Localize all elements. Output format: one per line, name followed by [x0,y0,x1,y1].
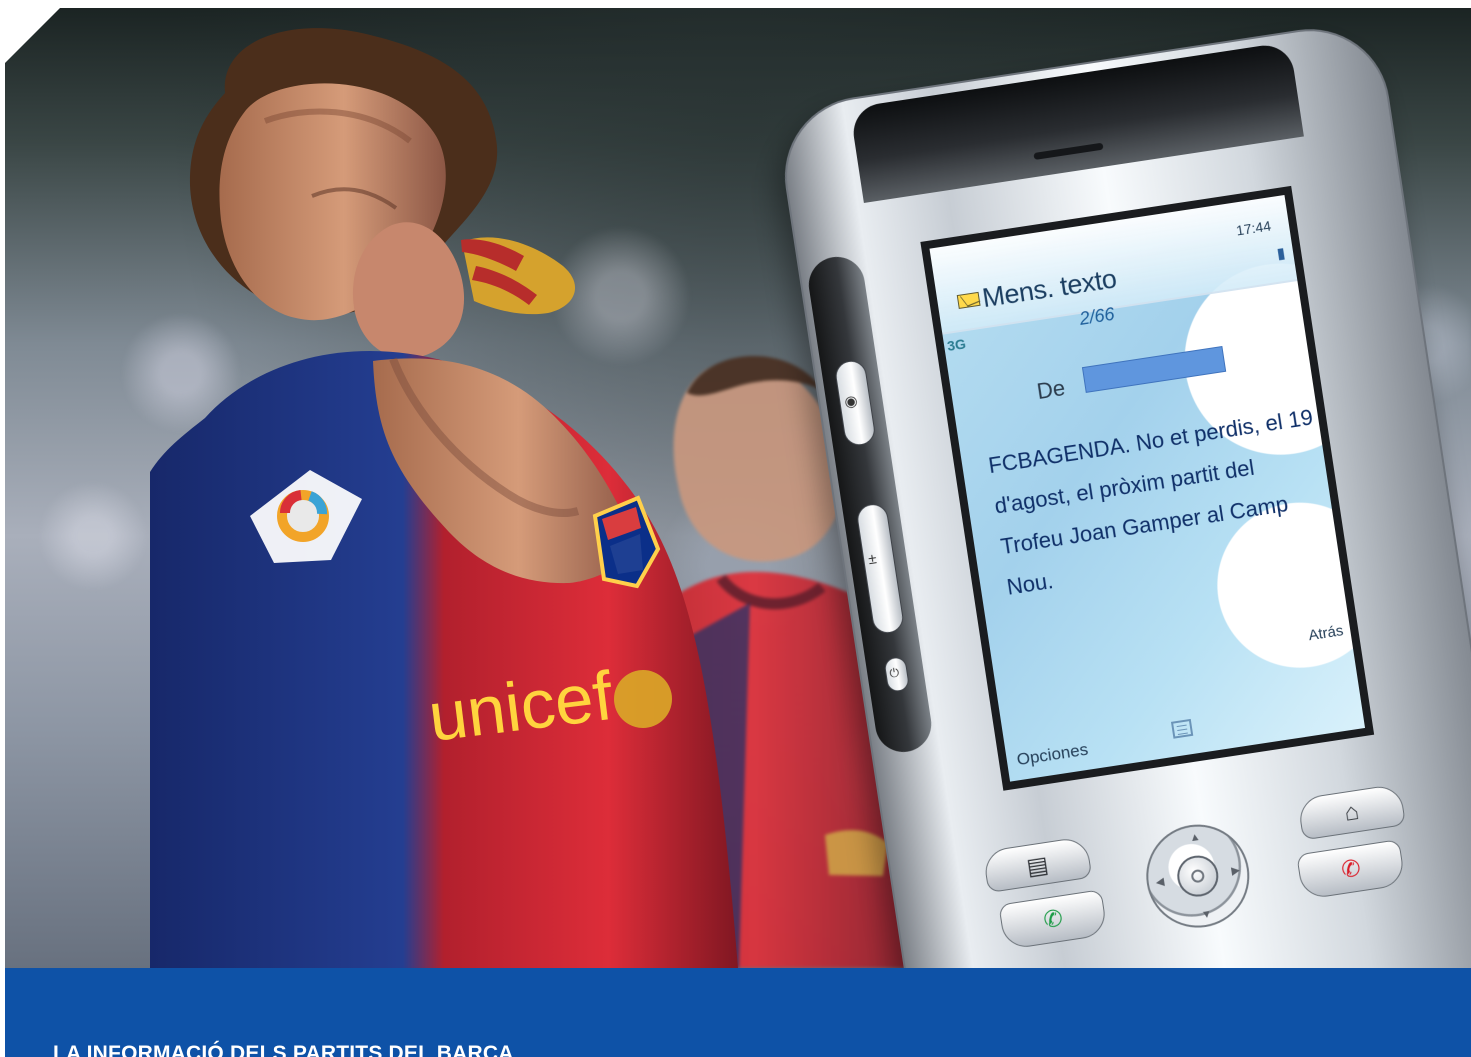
caption-text: LA INFORMACIÓ DELS PARTITS DEL BARÇA [53,1042,514,1057]
clock-time: 17:44 [1234,217,1273,239]
message-counter: 2/66 [1078,303,1116,329]
battery-icon: ▮ [1275,244,1287,263]
options-softkey[interactable]: Opciones [1015,740,1089,771]
text-message-body: FCBAGENDA. No et perdis, el 19 d'agost, … [986,404,1315,600]
chevron-left-icon: ◀ [1154,875,1166,889]
sender-field [1081,345,1227,393]
navigation-select-button[interactable] [1174,852,1222,900]
volume-button[interactable]: ± [855,502,906,636]
back-softkey[interactable]: Atrás [1307,622,1344,644]
chevron-up-icon: ▲ [1188,830,1202,845]
chevron-down-icon: ▼ [1200,907,1213,922]
volume-icon: ± [867,550,878,569]
camera-icon: ◉ [843,392,859,412]
power-button[interactable]: ⏻ [883,655,911,693]
menu-icon[interactable] [1170,718,1194,739]
network-signal-indicator: 3G [946,335,967,355]
from-label: De [1035,375,1067,405]
chevron-right-icon: ▶ [1230,864,1241,878]
camera-button[interactable]: ◉ [833,358,877,448]
mail-icon [956,291,981,309]
power-icon: ⏻ [888,665,900,681]
page: unicef ◉ ± ⏻ Mens. texto 17:44 2/66 3G ▮ [0,0,1471,1057]
